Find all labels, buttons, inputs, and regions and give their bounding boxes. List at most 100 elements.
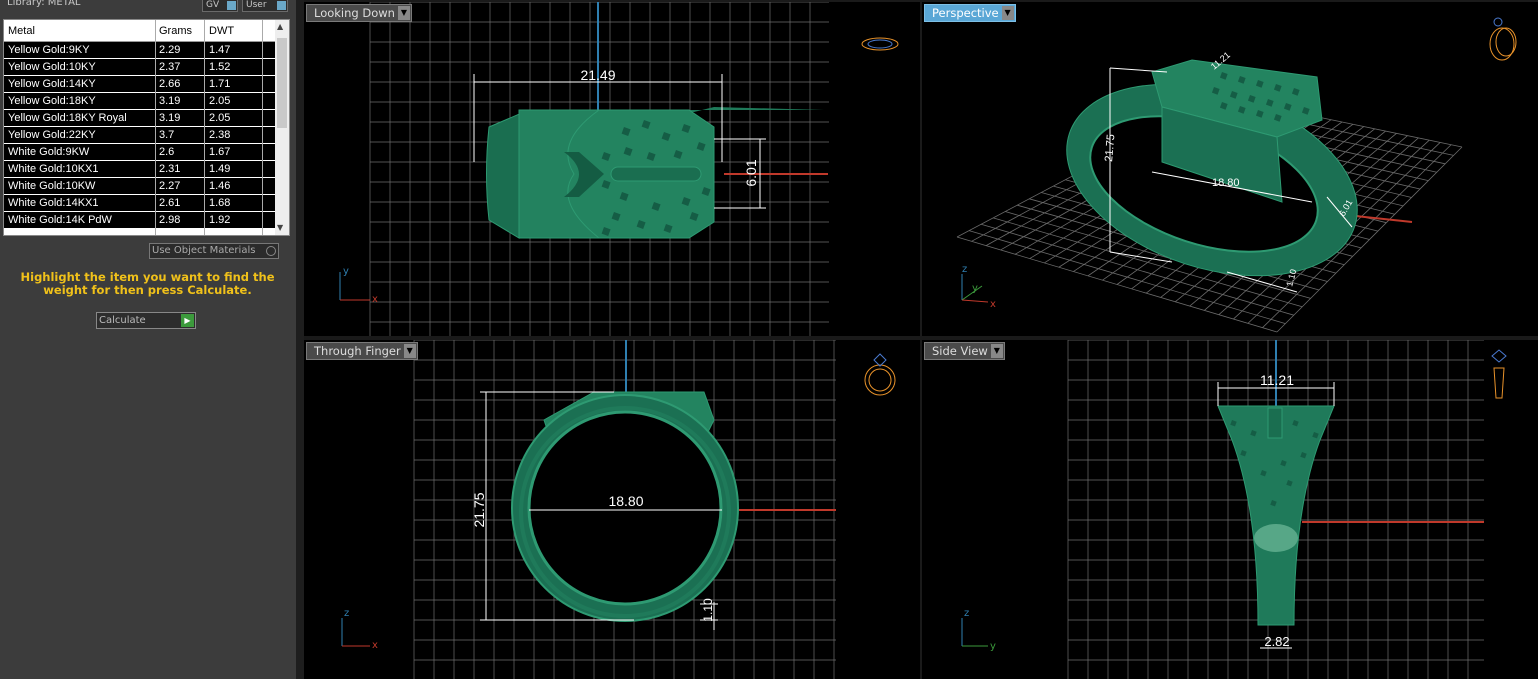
table-row[interactable]: White Gold:9KW 2.6 1.67 xyxy=(4,144,276,161)
column-header-dwt[interactable]: DWT xyxy=(209,25,234,37)
looking-down-canvas: 21.49 6.01 y x xyxy=(339,2,899,336)
chevron-down-icon[interactable]: ▼ xyxy=(403,344,416,358)
viewport-label-side-view[interactable]: Side View ▼ xyxy=(924,342,1005,360)
user-toggle[interactable]: User xyxy=(242,0,288,12)
table-row[interactable]: Yellow Gold:22KY 3.7 2.38 xyxy=(4,127,276,144)
column-header-metal[interactable]: Metal xyxy=(8,25,35,37)
axis-label-x: x xyxy=(990,299,996,310)
metal-table[interactable]: Metal Grams DWT Yellow Gold:9KY 2.29 1.47 Y… xyxy=(3,19,290,236)
column-header-grams[interactable]: Grams xyxy=(159,25,192,37)
cell-metal: White Gold:9KW xyxy=(8,146,90,158)
cell-metal: White Gold:14K PdW xyxy=(8,214,112,226)
chevron-down-icon[interactable]: ▼ xyxy=(1001,6,1014,20)
table-row[interactable]: White Gold:10KX1 2.31 1.49 xyxy=(4,161,276,178)
viewport-label-through-finger[interactable]: Through Finger ▼ xyxy=(306,342,418,360)
cell-dwt: 1.92 xyxy=(209,214,231,226)
table-row[interactable]: Yellow Gold:18KY 3.19 2.05 xyxy=(4,93,276,110)
table-row[interactable]: Yellow Gold:9KY 2.29 1.47 xyxy=(4,42,276,59)
chevron-down-icon[interactable]: ▼ xyxy=(990,344,1003,358)
user-label: User xyxy=(246,0,267,10)
scroll-thumb[interactable] xyxy=(277,38,287,128)
axis-label-x: x xyxy=(372,640,378,651)
side-view-canvas: 11.21 2.82 z y xyxy=(961,340,1507,679)
cell-dwt: 1.71 xyxy=(209,78,231,90)
view-cube-ring-icon[interactable] xyxy=(1491,349,1507,399)
table-row[interactable]: Yellow Gold:10KY 2.37 1.52 xyxy=(4,59,276,76)
cell-metal: Yellow Gold:22KY xyxy=(8,129,96,141)
calculate-button[interactable]: Calculate ▶ xyxy=(96,312,196,329)
perspective-canvas: 21.75 18.80 11.21 6.01 1.10 z y x xyxy=(956,17,1517,333)
cell-grams: 2.37 xyxy=(159,61,181,73)
column-divider xyxy=(204,20,205,235)
axis-label-z: z xyxy=(962,264,967,275)
table-scrollbar[interactable]: ▲ ▼ xyxy=(275,20,289,235)
table-row[interactable]: White Gold:10KW 2.27 1.46 xyxy=(4,178,276,195)
use-object-materials-button[interactable]: Use Object Materials xyxy=(149,243,279,259)
chevron-down-icon[interactable]: ▼ xyxy=(397,6,410,20)
table-header: Metal Grams DWT xyxy=(4,20,276,42)
axis-label-y: y xyxy=(972,283,978,294)
cell-grams: 3.7 xyxy=(159,129,175,141)
table-row[interactable]: Yellow Gold:18KY Royal 3.19 2.05 xyxy=(4,110,276,127)
cell-metal: White Gold:14KX1 xyxy=(8,197,99,209)
axis-label-z: z xyxy=(964,608,969,619)
metal-weight-panel: Library: METAL GV User Metal Grams DWT Y… xyxy=(0,0,296,679)
cell-dwt: 1.68 xyxy=(209,197,231,209)
viewport-label-perspective[interactable]: Perspective ▼ xyxy=(924,4,1016,22)
cell-grams: 2.31 xyxy=(159,163,181,175)
dim-label: 2.82 xyxy=(1264,634,1289,649)
viewport-label-looking-down[interactable]: Looking Down ▼ xyxy=(306,4,412,22)
table-row[interactable]: Yellow Gold:14KY 2.66 1.71 xyxy=(4,76,276,93)
viewport-through-finger[interactable]: 21.75 18.80 1.10 z x Through Finger ▼ xyxy=(304,340,920,679)
cell-grams: 2.61 xyxy=(159,197,181,209)
viewport-title: Perspective xyxy=(932,6,999,20)
cell-metal: Yellow Gold:10KY xyxy=(8,61,96,73)
cell-metal: Yellow Gold:18KY xyxy=(8,95,96,107)
dim-label: 1.10 xyxy=(701,598,715,622)
scroll-up-icon[interactable]: ▲ xyxy=(277,22,283,31)
table-row[interactable]: White Gold:14KX1 2.61 1.68 xyxy=(4,195,276,212)
user-toggle-icon xyxy=(277,1,286,10)
table-row[interactable]: White Gold:14K PdW 2.98 1.92 xyxy=(4,212,276,229)
cell-metal: Yellow Gold:18KY Royal xyxy=(8,112,127,124)
axis-triad: y x xyxy=(339,266,378,305)
play-icon: ▶ xyxy=(181,314,194,327)
radio-icon xyxy=(266,246,276,256)
cell-dwt: 2.38 xyxy=(209,129,231,141)
scroll-down-icon[interactable]: ▼ xyxy=(277,223,283,232)
app-window: Library: METAL GV User Metal Grams DWT Y… xyxy=(0,0,1538,679)
axis-label-y: y xyxy=(343,266,349,277)
ring-top-model[interactable] xyxy=(486,107,825,239)
cell-dwt: 1.49 xyxy=(209,163,231,175)
cell-dwt: 2.05 xyxy=(209,112,231,124)
use-object-materials-label: Use Object Materials xyxy=(152,245,256,256)
ring-side-model[interactable] xyxy=(1217,405,1335,626)
viewport-perspective[interactable]: 21.75 18.80 11.21 6.01 1.10 z y x Perspe… xyxy=(922,2,1538,336)
gv-toggle-icon xyxy=(227,1,236,10)
cell-metal: White Gold:10KW xyxy=(8,180,96,192)
gv-label: GV xyxy=(206,0,220,10)
view-cube-ring-icon[interactable] xyxy=(861,37,899,51)
library-title: Library: METAL xyxy=(7,0,81,8)
axis-triad: z y xyxy=(961,608,996,652)
cell-grams: 2.29 xyxy=(159,44,181,56)
viewport-title: Looking Down xyxy=(314,6,395,20)
dim-label: 18.80 xyxy=(1212,177,1240,189)
viewport-looking-down[interactable]: 21.49 6.01 y x Looking Down ▼ xyxy=(304,2,920,336)
panel-splitter[interactable] xyxy=(296,0,304,679)
axis-triad: z y x xyxy=(961,264,996,310)
cell-dwt: 1.52 xyxy=(209,61,231,73)
axis-label-z: z xyxy=(344,608,349,619)
dim-label: 21.75 xyxy=(1103,134,1117,162)
view-cube-ring-icon[interactable] xyxy=(864,353,896,396)
cell-metal: Yellow Gold:9KY xyxy=(8,44,90,56)
column-divider xyxy=(262,20,263,235)
dim-label: 6.01 xyxy=(743,159,759,186)
instruction-text: Highlight the item you want to find the … xyxy=(20,270,275,297)
gv-toggle[interactable]: GV xyxy=(202,0,238,12)
viewport-title: Through Finger xyxy=(314,344,401,358)
view-cube-ring-icon[interactable] xyxy=(1489,17,1517,61)
dim-label: 18.80 xyxy=(608,493,643,509)
viewport-side-view[interactable]: 11.21 2.82 z y Side View ▼ xyxy=(922,340,1538,679)
cell-dwt: 1.47 xyxy=(209,44,231,56)
